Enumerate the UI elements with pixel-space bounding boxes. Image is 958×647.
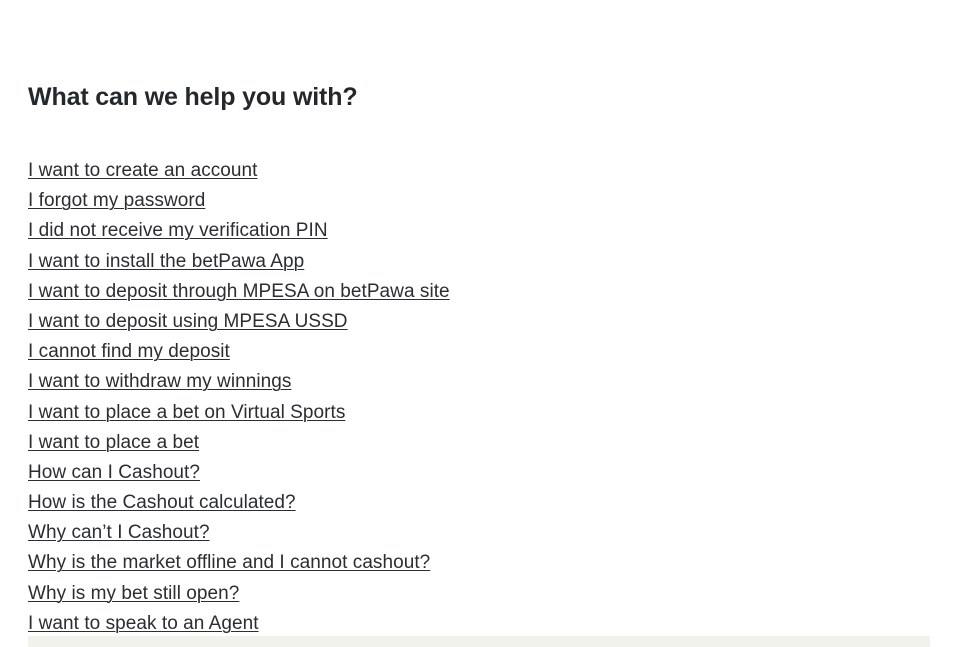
faq-list-item: How is the Cashout calculated? <box>28 488 930 518</box>
faq-list-item: I forgot my password <box>28 186 930 216</box>
faq-list-item: I want to withdraw my winnings <box>28 367 930 397</box>
faq-link[interactable]: Why can’t I Cashout? <box>28 522 210 543</box>
faq-link[interactable]: I want to withdraw my winnings <box>28 371 291 392</box>
faq-link[interactable]: Why is my bet still open? <box>28 583 239 604</box>
faq-list-item: How can I Cashout? <box>28 458 930 488</box>
faq-link[interactable]: I want to install the betPawa App <box>28 251 304 272</box>
faq-link[interactable]: How is the Cashout calculated? <box>28 492 296 513</box>
faq-link[interactable]: I want to speak to an Agent <box>28 613 259 634</box>
faq-link[interactable]: Why is the market offline and I cannot c… <box>28 552 430 573</box>
faq-link[interactable]: I want to deposit using MPESA USSD <box>28 311 348 332</box>
faq-list-item: I want to place a bet <box>28 428 930 458</box>
faq-list-item: I want to deposit using MPESA USSD <box>28 307 930 337</box>
faq-link-list: I want to create an account I forgot my p… <box>28 156 930 639</box>
page-title: What can we help you with? <box>28 83 358 111</box>
faq-list-item: Why can’t I Cashout? <box>28 518 930 548</box>
faq-list-item: I want to deposit through MPESA on betPa… <box>28 277 930 307</box>
faq-link[interactable]: I want to place a bet on Virtual Sports <box>28 402 345 423</box>
faq-list-item: I cannot find my deposit <box>28 337 930 367</box>
faq-link[interactable]: I want to place a bet <box>28 432 199 453</box>
help-page: What can we help you with? I want to cre… <box>0 0 958 647</box>
faq-link[interactable]: I forgot my password <box>28 190 205 211</box>
faq-list-item: Why is my bet still open? <box>28 579 930 609</box>
faq-list-item: Why is the market offline and I cannot c… <box>28 548 930 578</box>
faq-list-item: I want to speak to an Agent <box>28 609 930 639</box>
faq-list-item: I want to install the betPawa App <box>28 247 930 277</box>
faq-link[interactable]: I want to deposit through MPESA on betPa… <box>28 281 450 302</box>
faq-link[interactable]: How can I Cashout? <box>28 462 200 483</box>
faq-link[interactable]: I did not receive my verification PIN <box>28 220 328 241</box>
faq-link[interactable]: I want to create an account <box>28 160 258 181</box>
faq-list-item: I did not receive my verification PIN <box>28 216 930 246</box>
faq-list-item: I want to create an account <box>28 156 930 186</box>
footer-band <box>28 636 930 647</box>
faq-list-item: I want to place a bet on Virtual Sports <box>28 398 930 428</box>
faq-link[interactable]: I cannot find my deposit <box>28 341 230 362</box>
